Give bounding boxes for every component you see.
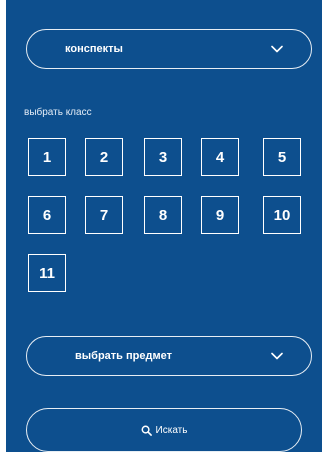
grade-button-1[interactable]: 1 xyxy=(28,138,66,176)
grade-button-6[interactable]: 6 xyxy=(28,196,66,234)
chevron-down-icon xyxy=(271,45,283,53)
grade-button-8[interactable]: 8 xyxy=(144,196,182,234)
grade-button-3[interactable]: 3 xyxy=(144,138,182,176)
search-icon xyxy=(141,425,152,436)
grade-button-4[interactable]: 4 xyxy=(201,138,239,176)
search-button[interactable]: Искать xyxy=(26,408,302,452)
grade-button-2[interactable]: 2 xyxy=(85,138,123,176)
grade-button-11[interactable]: 11 xyxy=(28,254,66,292)
search-button-label: Искать xyxy=(155,424,188,436)
search-button-content: Искать xyxy=(141,424,188,436)
grade-button-10[interactable]: 10 xyxy=(263,196,301,234)
grade-button-7[interactable]: 7 xyxy=(85,196,123,234)
material-type-select[interactable]: конспекты xyxy=(26,29,312,69)
grade-button-5[interactable]: 5 xyxy=(263,138,301,176)
material-type-value: конспекты xyxy=(65,43,123,55)
search-filter-panel: конспекты выбрать класс 1 2 3 4 5 6 7 8 … xyxy=(0,0,328,452)
grade-section-label: выбрать класс xyxy=(24,107,92,118)
subject-select-placeholder: выбрать предмет xyxy=(75,350,172,362)
subject-select[interactable]: выбрать предмет xyxy=(26,336,312,376)
grade-button-9[interactable]: 9 xyxy=(201,196,239,234)
chevron-down-icon xyxy=(271,352,283,360)
